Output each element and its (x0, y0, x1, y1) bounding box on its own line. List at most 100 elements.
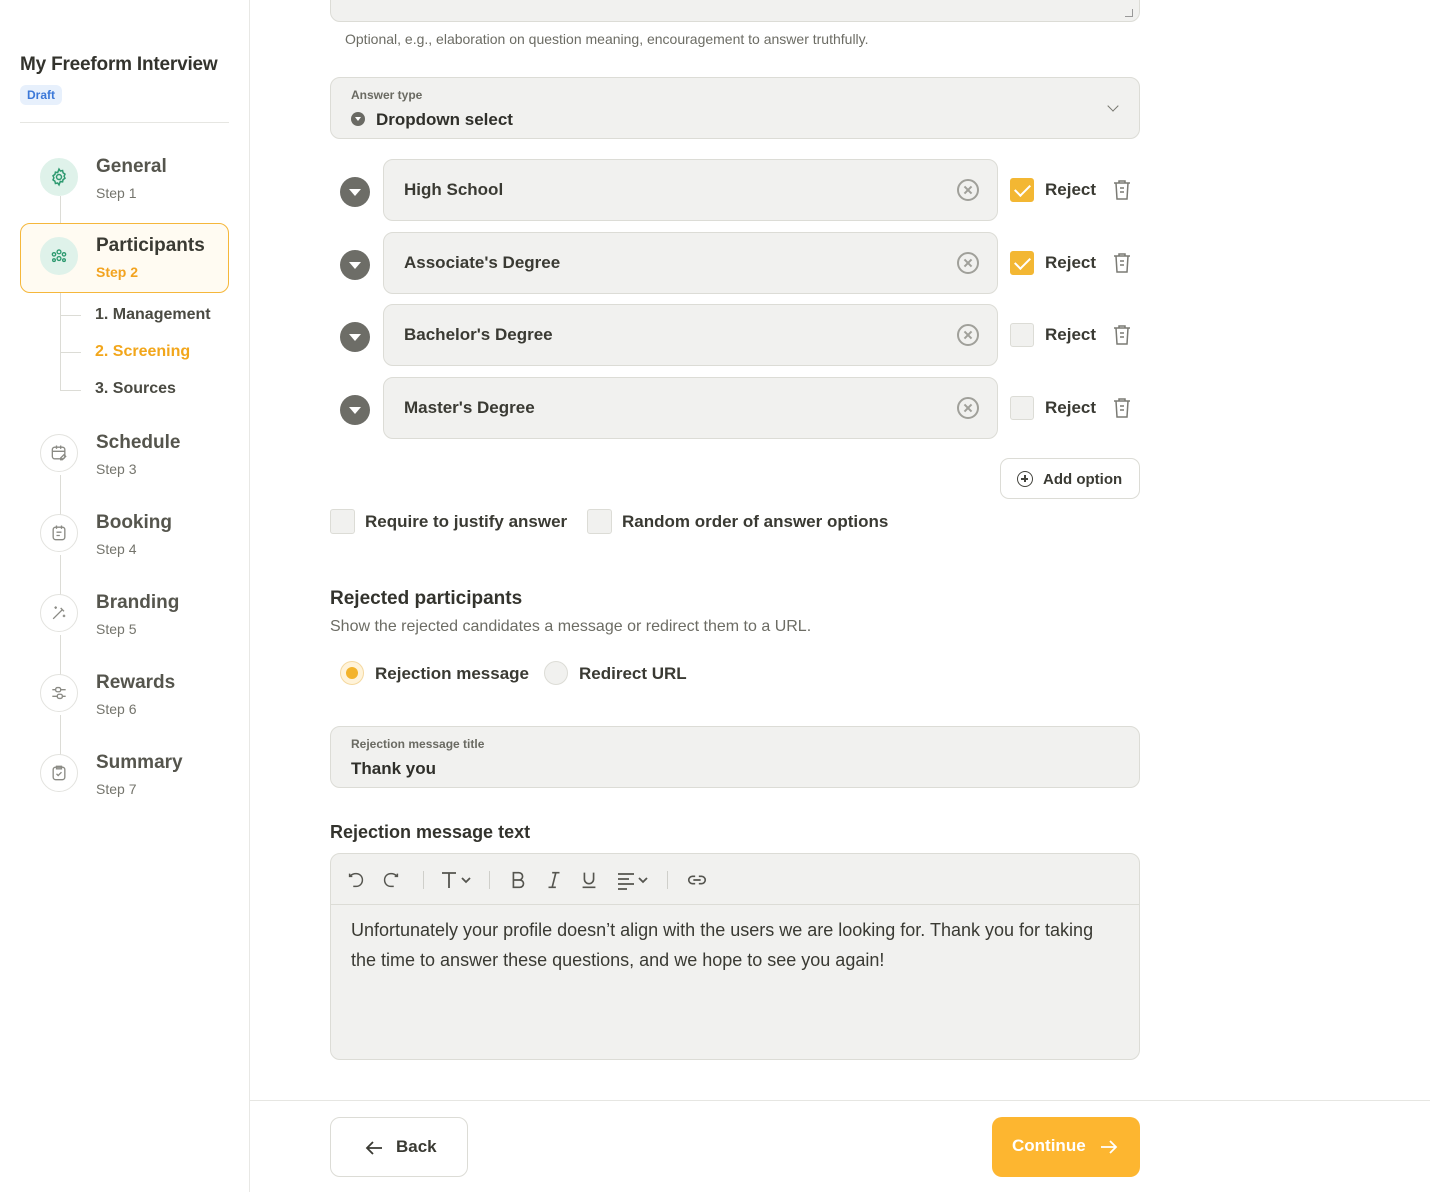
rejection-title-label: Rejection message title (351, 737, 485, 751)
option-input[interactable]: Bachelor's Degree (383, 304, 998, 366)
link-icon[interactable] (686, 868, 708, 892)
clear-icon[interactable] (957, 179, 979, 201)
question-description-textarea[interactable] (330, 0, 1140, 22)
description-hint: Optional, e.g., elaboration on question … (345, 31, 869, 47)
answer-type-select[interactable]: Answer type Dropdown select (330, 77, 1140, 139)
step-title: Schedule (96, 432, 181, 453)
substep-management[interactable]: 1. Management (95, 306, 211, 324)
reject-label: Reject (1045, 325, 1097, 344)
require-justify-checkbox[interactable] (330, 509, 355, 534)
step-sub: Step 6 (96, 701, 137, 717)
trash-icon[interactable] (1112, 178, 1132, 202)
clear-icon[interactable] (957, 397, 979, 419)
people-icon (40, 237, 78, 275)
bold-icon[interactable] (507, 868, 529, 892)
option-dropdown-icon[interactable] (340, 322, 370, 352)
step-title: General (96, 156, 167, 177)
option-dropdown-icon[interactable] (340, 177, 370, 207)
sidebar-step-schedule[interactable]: Schedule Step 3 (20, 420, 229, 490)
back-label: Back (396, 1137, 437, 1156)
reject-label: Reject (1045, 180, 1097, 199)
rich-text-editor[interactable]: Unfortunately your profile doesn’t align… (330, 853, 1140, 1060)
underline-icon[interactable] (578, 868, 600, 892)
text-style-icon[interactable] (437, 868, 477, 892)
rejection-message-radio-label: Rejection message (375, 664, 530, 683)
reject-checkbox[interactable] (1010, 251, 1034, 275)
arrow-right-icon (1101, 1140, 1118, 1154)
step-sub: Step 4 (96, 541, 137, 557)
reject-label: Reject (1045, 398, 1097, 417)
option-text: Master's Degree (404, 398, 535, 417)
clear-icon[interactable] (957, 324, 979, 346)
reject-label: Reject (1045, 253, 1097, 272)
sidebar-step-general[interactable]: General Step 1 (20, 144, 229, 214)
require-justify-label: Require to justify answer (365, 512, 568, 531)
rejection-text-heading: Rejection message text (330, 822, 531, 842)
sliders-icon (40, 674, 78, 712)
rejection-title-input[interactable]: Rejection message title Thank you (330, 726, 1140, 788)
sidebar-step-branding[interactable]: Branding Step 5 (20, 580, 229, 650)
substep-tick (61, 352, 81, 353)
option-dropdown-icon[interactable] (340, 250, 370, 280)
sidebar-step-summary[interactable]: Summary Step 7 (20, 740, 229, 810)
substep-tick (61, 315, 81, 316)
step-sub: Step 1 (96, 185, 137, 201)
toolbar-divider (489, 871, 490, 889)
clipboard-check-icon (40, 754, 78, 792)
step-title: Summary (96, 752, 183, 773)
answer-option-row: High School Reject (330, 159, 1140, 221)
substep-sources[interactable]: 3. Sources (95, 380, 176, 398)
step-sub: Step 5 (96, 621, 137, 637)
redo-icon[interactable] (380, 868, 402, 892)
answer-type-label: Answer type (351, 88, 423, 102)
sidebar-step-participants[interactable]: Participants Step 2 (20, 223, 229, 293)
answer-type-value: Dropdown select (376, 110, 513, 129)
rejection-message-text[interactable]: Unfortunately your profile doesn’t align… (351, 915, 1121, 975)
toolbar-divider (667, 871, 668, 889)
magic-wand-icon (40, 594, 78, 632)
align-icon[interactable] (613, 868, 653, 892)
back-button[interactable]: Back (330, 1117, 468, 1177)
clear-icon[interactable] (957, 252, 979, 274)
add-option-button[interactable]: Add option (1000, 458, 1140, 499)
trash-icon[interactable] (1112, 323, 1132, 347)
sidebar-step-booking[interactable]: Booking Step 4 (20, 500, 229, 570)
substep-screening[interactable]: 2. Screening (95, 343, 190, 361)
arrow-left-icon (365, 1141, 382, 1155)
step-title: Rewards (96, 672, 176, 693)
step-title: Booking (96, 512, 172, 533)
status-badge: Draft (20, 85, 63, 105)
option-dropdown-icon[interactable] (340, 395, 370, 425)
option-text: Bachelor's Degree (404, 325, 553, 344)
redirect-url-radio[interactable] (544, 661, 568, 685)
reject-checkbox[interactable] (1010, 396, 1034, 420)
option-input[interactable]: Associate's Degree (383, 232, 998, 294)
sidebar-step-rewards[interactable]: Rewards Step 6 (20, 660, 229, 730)
calendar-edit-icon (40, 434, 78, 472)
option-input[interactable]: High School (383, 159, 998, 221)
random-order-label: Random order of answer options (622, 512, 889, 531)
rejected-section-desc: Show the rejected candidates a message o… (330, 618, 812, 635)
rejection-message-radio[interactable] (340, 661, 364, 685)
project-title: My Freeform Interview (20, 54, 218, 75)
step-sub: Step 7 (96, 781, 137, 797)
reject-checkbox[interactable] (1010, 178, 1034, 202)
rejected-section-title: Rejected participants (330, 588, 523, 609)
continue-button[interactable]: Continue (992, 1117, 1140, 1177)
footer-divider (250, 1100, 1430, 1101)
option-input[interactable]: Master's Degree (383, 377, 998, 439)
random-order-checkbox[interactable] (587, 509, 612, 534)
trash-icon[interactable] (1112, 251, 1132, 275)
chevron-down-icon (1107, 100, 1119, 112)
trash-icon[interactable] (1112, 396, 1132, 420)
substep-tick (61, 390, 81, 391)
reject-checkbox[interactable] (1010, 323, 1034, 347)
italic-icon[interactable] (543, 868, 565, 892)
sidebar-divider (20, 122, 229, 123)
continue-label: Continue (1012, 1136, 1086, 1155)
undo-icon[interactable] (345, 868, 367, 892)
answer-option-row: Master's Degree Reject (330, 377, 1140, 439)
step-connector (60, 293, 61, 391)
resize-handle-icon[interactable] (1125, 9, 1133, 17)
gear-icon (40, 158, 78, 196)
